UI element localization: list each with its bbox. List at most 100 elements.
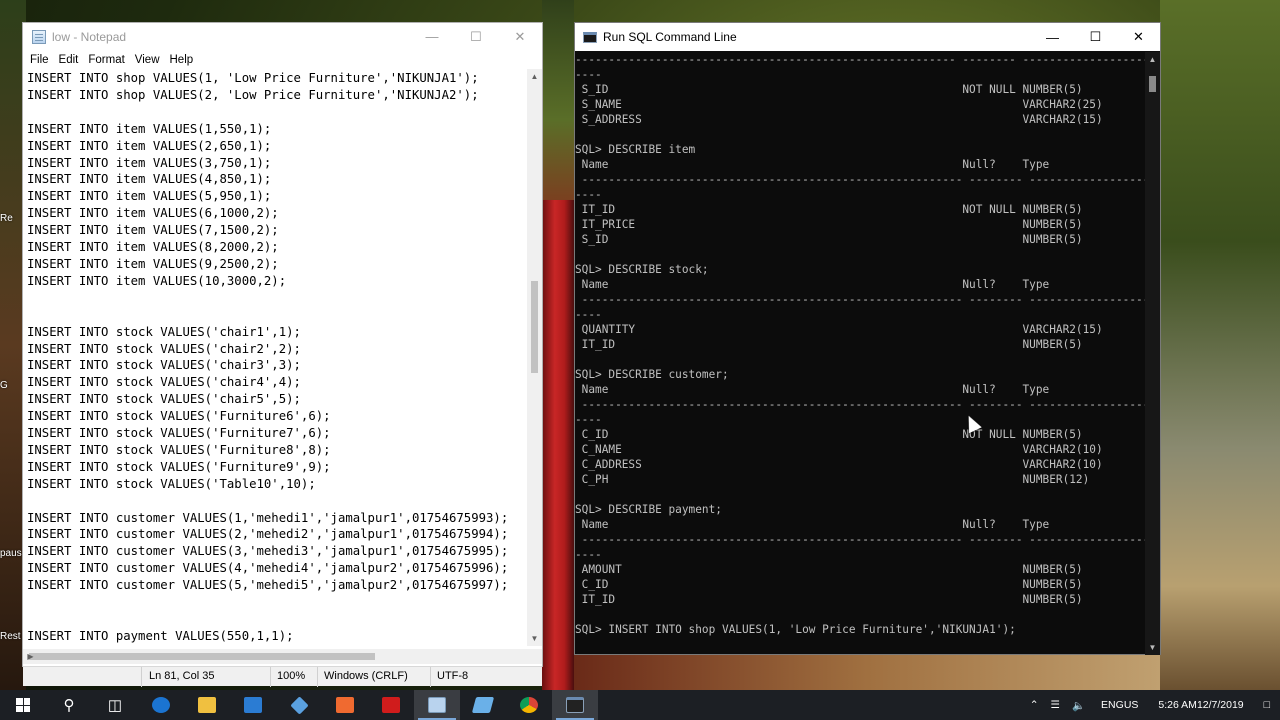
notepad-line: INSERT INTO item VALUES(3,750,1); bbox=[27, 155, 272, 170]
language-code: ENG bbox=[1101, 699, 1124, 711]
status-bar: Ln 81, Col 35 100% Windows (CRLF) UTF-8 bbox=[23, 666, 542, 687]
notepad-line: INSERT INTO stock VALUES('Furniture7',6)… bbox=[27, 426, 331, 441]
console-output[interactable]: ----------------------------------------… bbox=[575, 52, 1145, 656]
chevron-up-icon[interactable]: ⌃ bbox=[1024, 690, 1045, 720]
console-line: SQL> INSERT INTO shop VALUES(1, 'Low Pri… bbox=[575, 623, 1016, 636]
chrome-icon[interactable] bbox=[506, 690, 552, 720]
menu-view[interactable]: View bbox=[130, 54, 165, 66]
notepad-line: INSERT INTO item VALUES(7,1500,2); bbox=[27, 223, 279, 238]
sql-command-line-icon[interactable] bbox=[552, 690, 598, 720]
notepad-editor[interactable]: INSERT INTO shop VALUES(1, 'Low Price Fu… bbox=[23, 69, 542, 673]
console-icon bbox=[583, 31, 597, 43]
clock-time: 5:26 AM bbox=[1158, 699, 1197, 711]
acrobat-icon[interactable] bbox=[368, 690, 414, 720]
notepad-window[interactable]: low - Notepad — ☐ ✕ File Edit Format Vie… bbox=[22, 22, 543, 687]
scroll-down-arrow-icon[interactable]: ▼ bbox=[527, 631, 542, 646]
scroll-up-arrow-icon[interactable]: ▲ bbox=[1145, 52, 1160, 67]
notepad-line: INSERT INTO item VALUES(2,650,1); bbox=[27, 138, 272, 153]
menu-file[interactable]: File bbox=[25, 54, 54, 66]
console-line: ---- bbox=[575, 188, 602, 201]
minimize-button[interactable]: — bbox=[410, 23, 454, 50]
xampp-icon[interactable] bbox=[322, 690, 368, 720]
desktop-icon-label[interactable]: Re bbox=[0, 213, 13, 224]
console-line: S_ID NOT NULL NUMBER(5) bbox=[575, 83, 1083, 96]
minimize-button[interactable]: — bbox=[1031, 23, 1074, 51]
notepad-line: INSERT INTO shop VALUES(2, 'Low Price Fu… bbox=[27, 87, 479, 102]
network-icon[interactable]: ☰ bbox=[1045, 690, 1066, 720]
clock[interactable]: 5:26 AM 12/7/2019 bbox=[1148, 690, 1253, 720]
console-line: ----------------------------------------… bbox=[575, 173, 1145, 186]
notepad-line: INSERT INTO payment VALUES(550,1,1); bbox=[27, 628, 294, 643]
edge-icon[interactable] bbox=[138, 690, 184, 720]
console-line: ---- bbox=[575, 413, 602, 426]
box-app-icon[interactable] bbox=[276, 690, 322, 720]
scroll-right-arrow-icon[interactable]: ▶ bbox=[23, 649, 38, 664]
notepad-line: INSERT INTO stock VALUES('chair4',4); bbox=[27, 375, 301, 390]
console-line: ----------------------------------------… bbox=[575, 533, 1145, 546]
desktop-background-bottom bbox=[574, 655, 1160, 690]
console-line: Name Null? Type bbox=[575, 158, 1050, 171]
console-line: ----------------------------------------… bbox=[575, 293, 1145, 306]
file-explorer-icon[interactable] bbox=[184, 690, 230, 720]
desktop-background-middle-top bbox=[542, 0, 574, 200]
menu-format[interactable]: Format bbox=[83, 54, 129, 66]
zoom-level: 100% bbox=[277, 670, 306, 682]
windows-start-icon[interactable] bbox=[0, 690, 46, 720]
task-view-icon[interactable]: ◫ bbox=[92, 690, 138, 720]
encoding: UTF-8 bbox=[437, 670, 469, 682]
notification-icon[interactable]: □ bbox=[1254, 690, 1280, 720]
console-line: S_ID NUMBER(5) bbox=[575, 233, 1083, 246]
notepad-line: INSERT INTO item VALUES(8,2000,2); bbox=[27, 240, 279, 255]
console-line: AMOUNT NUMBER(5) bbox=[575, 563, 1083, 576]
scroll-thumb[interactable] bbox=[1149, 76, 1156, 92]
vertical-scrollbar[interactable]: ▲ ▼ bbox=[527, 69, 542, 646]
notepad-line: INSERT INTO item VALUES(5,950,1); bbox=[27, 189, 272, 204]
language-indicator[interactable]: ENG US bbox=[1091, 690, 1148, 720]
volume-icon[interactable]: 🔈 bbox=[1066, 690, 1091, 720]
desktop-icon-label[interactable]: G bbox=[0, 380, 8, 391]
vertical-scrollbar[interactable]: ▲ ▼ bbox=[1145, 52, 1160, 655]
console-line: Name Null? Type bbox=[575, 278, 1050, 291]
notepad-title: low - Notepad bbox=[52, 29, 127, 44]
console-titlebar[interactable]: Run SQL Command Line — ☐ ✕ bbox=[575, 23, 1160, 51]
maximize-button[interactable]: ☐ bbox=[1074, 23, 1117, 51]
line-ending: Windows (CRLF) bbox=[324, 670, 408, 682]
notepad-text[interactable]: INSERT INTO shop VALUES(1, 'Low Price Fu… bbox=[27, 70, 527, 645]
console-line: C_ID NOT NULL NUMBER(5) bbox=[575, 428, 1083, 441]
notepad-line: INSERT INTO customer VALUES(1,'mehedi1',… bbox=[27, 510, 509, 525]
scroll-thumb[interactable] bbox=[531, 281, 538, 373]
console-line: QUANTITY VARCHAR2(15) bbox=[575, 323, 1103, 336]
cursor-position: Ln 81, Col 35 bbox=[149, 670, 215, 682]
scroll-down-arrow-icon[interactable]: ▼ bbox=[1145, 640, 1160, 655]
desktop-icon-label[interactable]: paus bbox=[0, 548, 22, 559]
store-icon[interactable] bbox=[230, 690, 276, 720]
notepad-line: INSERT INTO stock VALUES('chair5',5); bbox=[27, 392, 301, 407]
clock-date: 12/7/2019 bbox=[1196, 699, 1244, 711]
search-icon[interactable]: ⚲ bbox=[46, 690, 92, 720]
menu-edit[interactable]: Edit bbox=[54, 54, 84, 66]
notepad-icon[interactable] bbox=[414, 690, 460, 720]
scroll-thumb[interactable] bbox=[29, 653, 375, 660]
scroll-up-arrow-icon[interactable]: ▲ bbox=[527, 69, 542, 84]
console-line: C_ADDRESS VARCHAR2(10) bbox=[575, 458, 1103, 471]
close-button[interactable]: ✕ bbox=[498, 23, 542, 50]
notepad-titlebar[interactable]: low - Notepad — ☐ ✕ bbox=[23, 23, 542, 50]
notepad-line: INSERT INTO item VALUES(1,550,1); bbox=[27, 121, 272, 136]
notepad-line: INSERT INTO item VALUES(6,1000,2); bbox=[27, 206, 279, 221]
console-line: ----------------------------------------… bbox=[575, 398, 1145, 411]
sql-command-line-window[interactable]: Run SQL Command Line — ☐ ✕ -------------… bbox=[574, 22, 1161, 655]
menu-help[interactable]: Help bbox=[165, 54, 199, 66]
console-line: C_PH NUMBER(12) bbox=[575, 473, 1090, 486]
close-button[interactable]: ✕ bbox=[1117, 23, 1160, 51]
desktop-icon-label[interactable]: Rest bbox=[0, 631, 21, 642]
maximize-button[interactable]: ☐ bbox=[454, 23, 498, 50]
notepad-line: INSERT INTO item VALUES(10,3000,2); bbox=[27, 273, 287, 288]
app-icon[interactable] bbox=[460, 690, 506, 720]
console-line: SQL> DESCRIBE item bbox=[575, 143, 696, 156]
console-line: Name Null? Type bbox=[575, 518, 1050, 531]
desktop-background-middle bbox=[542, 200, 574, 690]
horizontal-scrollbar[interactable]: ▶ bbox=[23, 649, 542, 664]
